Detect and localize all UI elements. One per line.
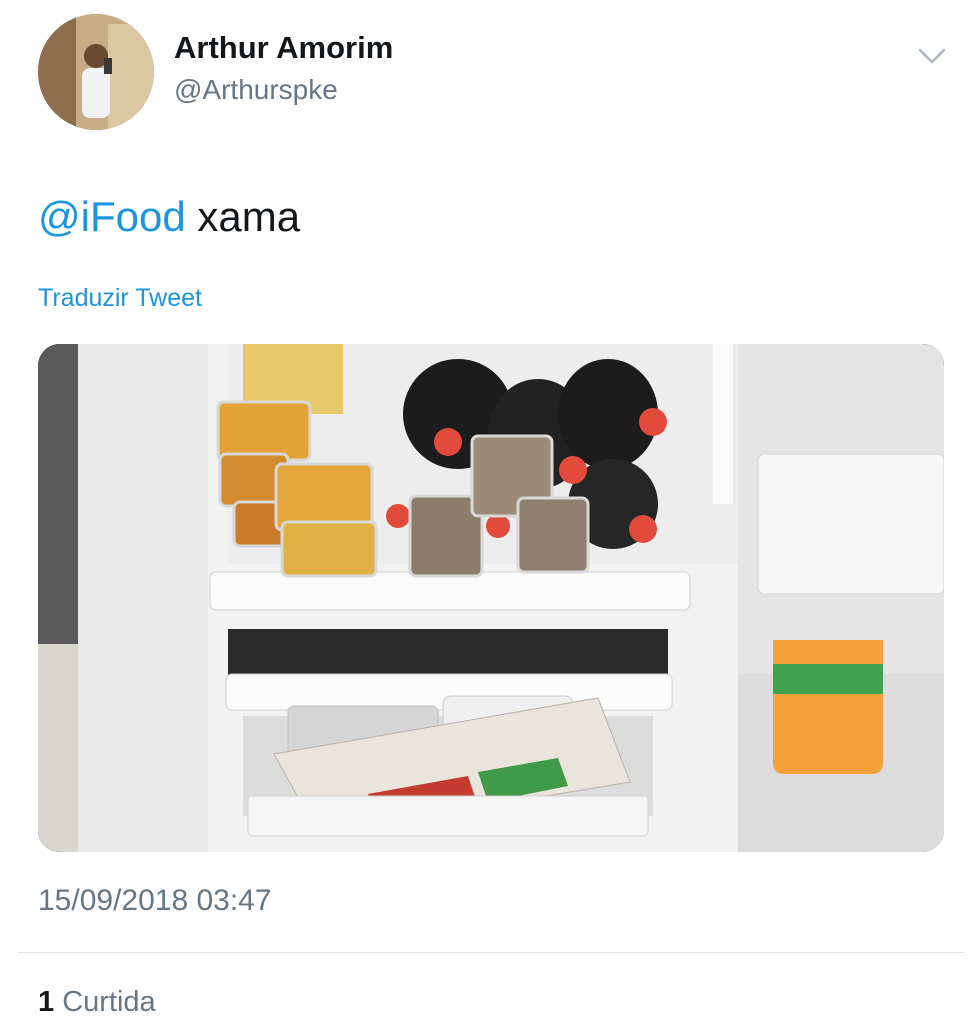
translate-tweet-link[interactable]: Traduzir Tweet (38, 284, 202, 313)
tweet-body: xama (197, 193, 301, 240)
tweet-timestamp: 15/09/2018 03:47 (38, 884, 272, 917)
avatar-photo (38, 14, 154, 130)
tweet-photo[interactable] (38, 344, 944, 852)
author-name[interactable]: Arthur Amorim (174, 30, 393, 66)
mention-link[interactable]: @iFood (38, 193, 186, 240)
likes-number: 1 (38, 986, 55, 1018)
fridge-photo (38, 344, 944, 852)
chevron-down-icon[interactable] (916, 40, 948, 72)
divider (18, 952, 964, 953)
author-handle[interactable]: @Arthurspke (174, 74, 338, 106)
avatar[interactable] (38, 14, 154, 130)
likes-count[interactable]: 1 Curtida (38, 986, 156, 1019)
likes-label: Curtida (62, 986, 156, 1018)
tweet-text: @iFood xama (38, 193, 300, 241)
